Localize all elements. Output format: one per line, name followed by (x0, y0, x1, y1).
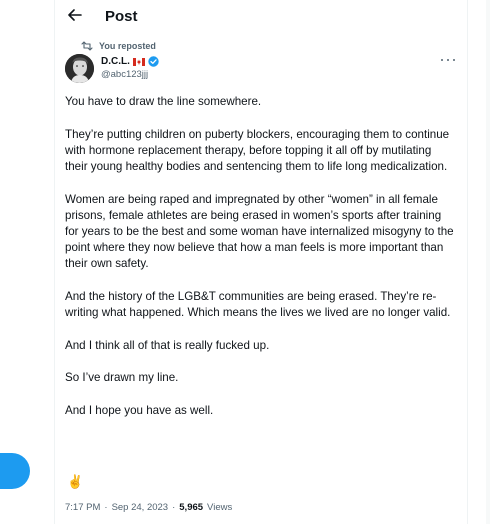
tweet-paragraph: And I think all of that is really fucked… (65, 338, 270, 352)
post-date[interactable]: Sep 24, 2023 (112, 502, 169, 513)
tweet-paragraph: Women are being raped and impregnated by… (65, 192, 454, 271)
views-count: 5,965 (179, 502, 204, 513)
repost-icon (81, 41, 93, 51)
victory-hand-emoji: ✌️ (67, 474, 84, 489)
tweet-paragraph: So I’ve drawn my line. (65, 371, 179, 385)
post-time[interactable]: 7:17 PM (65, 502, 100, 513)
compose-button[interactable] (0, 453, 30, 489)
post-meta: 7:17 PM · Sep 24, 2023 · 5,965 Views (65, 502, 232, 513)
canada-flag-icon (132, 57, 145, 66)
post-header: Post (55, 0, 467, 34)
page-title: Post (105, 8, 138, 25)
author-name-row[interactable]: D.C.L. (101, 55, 159, 68)
avatar[interactable] (65, 54, 94, 83)
tweet-paragraph: You have to draw the line somewhere. (65, 95, 262, 108)
back-arrow-icon[interactable] (65, 5, 85, 25)
repost-label: You reposted (99, 41, 156, 51)
tweet-paragraph: And the history of the LGB&T communities… (65, 290, 451, 320)
meta-separator: · (104, 502, 108, 513)
author-handle[interactable]: @abc123jjj (101, 69, 148, 80)
tweet-text: You have to draw the line somewhere. The… (65, 94, 457, 436)
meta-separator: · (172, 502, 176, 513)
verified-badge-icon (148, 56, 159, 67)
views-label: Views (207, 502, 233, 513)
post-column: Post You reposted D.C.L. @abc123jjj You … (54, 0, 468, 524)
page: Post You reposted D.C.L. @abc123jjj You … (0, 0, 490, 524)
repost-indicator: You reposted (81, 40, 156, 52)
tweet-paragraph: And I hope you have as well. (65, 403, 214, 417)
tweet-paragraph: They’re putting children on puberty bloc… (65, 127, 450, 173)
scrollbar[interactable] (486, 0, 490, 524)
more-options-icon[interactable] (441, 55, 455, 65)
author-name[interactable]: D.C.L. (101, 56, 130, 67)
